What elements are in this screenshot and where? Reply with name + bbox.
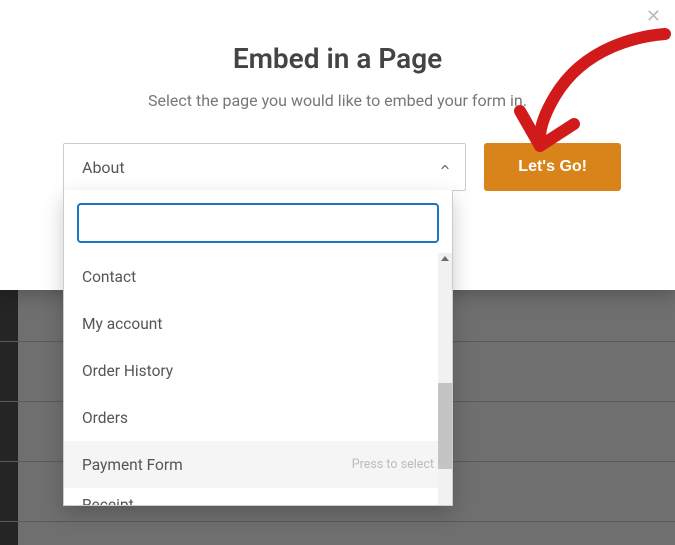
option-label: My account	[82, 315, 162, 333]
page-background: ✕ Embed in a Page Select the page you wo…	[0, 0, 675, 545]
option-label: Contact	[82, 268, 136, 286]
dropdown-option-payment-form[interactable]: Payment Form Press to select	[64, 441, 452, 488]
dropdown-options-list: Contact My account Order History Orders …	[64, 253, 452, 505]
dropdown-option-orders[interactable]: Orders	[64, 394, 452, 441]
dropdown-option-receipt[interactable]: Receipt	[64, 488, 452, 505]
option-label: Orders	[82, 409, 128, 427]
page-select[interactable]: About	[63, 143, 466, 191]
close-glyph: ✕	[646, 6, 661, 27]
scrollbar-thumb[interactable]	[438, 383, 452, 469]
close-icon[interactable]: ✕	[646, 8, 661, 26]
controls-row: About Let's Go!	[63, 143, 621, 191]
bg-row-divider	[0, 521, 675, 522]
modal-subtitle: Select the page you would like to embed …	[0, 91, 675, 110]
modal-title: Embed in a Page	[0, 42, 675, 75]
sidebar-sliver	[0, 289, 18, 545]
dropdown-option-my-account[interactable]: My account	[64, 300, 452, 347]
dropdown-scrollbar[interactable]	[438, 253, 452, 505]
chevron-up-icon	[439, 161, 451, 173]
select-head[interactable]: About	[63, 143, 466, 191]
dropdown-option-order-history[interactable]: Order History	[64, 347, 452, 394]
dropdown-search-input[interactable]	[77, 203, 439, 243]
dropdown-option-contact[interactable]: Contact	[64, 253, 452, 300]
press-to-select-hint: Press to select	[352, 457, 434, 472]
go-button-label: Let's Go!	[518, 158, 587, 175]
option-label: Order History	[82, 362, 173, 380]
page-select-dropdown: Contact My account Order History Orders …	[63, 190, 453, 506]
dropdown-search-wrap	[64, 190, 452, 253]
select-selected-label: About	[82, 158, 125, 177]
option-label: Receipt	[82, 496, 134, 505]
lets-go-button[interactable]: Let's Go!	[484, 143, 621, 191]
scroll-up-arrow-icon	[440, 254, 450, 264]
option-label: Payment Form	[82, 456, 183, 474]
